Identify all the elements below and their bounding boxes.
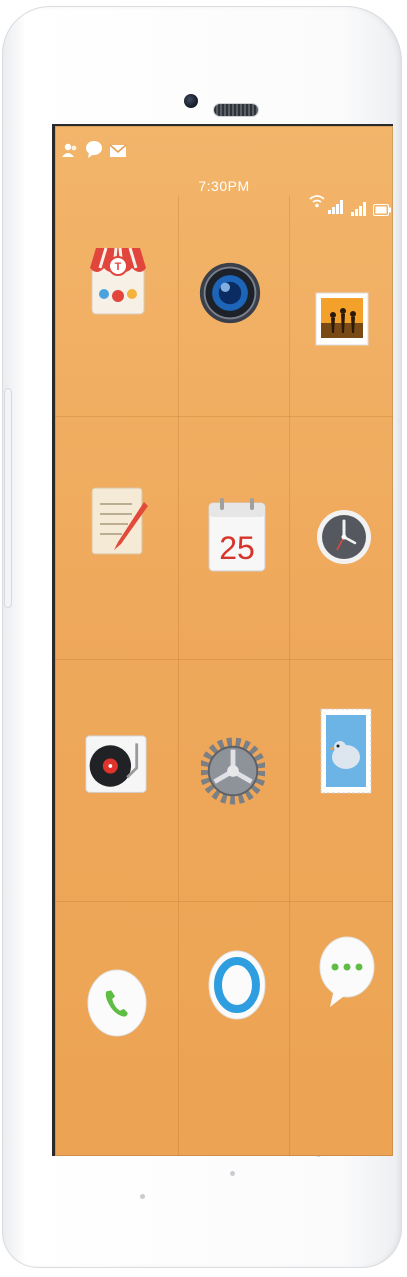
clock-icon <box>317 510 371 564</box>
status-bar: 7:30PM <box>55 126 393 216</box>
browser-app[interactable] <box>205 950 269 1020</box>
signal-icon <box>328 200 343 214</box>
store-app[interactable]: T <box>86 246 150 316</box>
clock-app[interactable] <box>312 502 376 572</box>
settings-gear-icon <box>201 737 265 805</box>
store-icon: T <box>90 247 146 315</box>
stamp-mail-app[interactable] <box>314 708 378 794</box>
svg-text:T: T <box>115 261 122 273</box>
phone-icon <box>87 969 147 1037</box>
home-screen: 7:30PM T 25 <box>52 124 393 1156</box>
notes-app[interactable] <box>88 486 152 556</box>
camera-app[interactable] <box>198 258 262 328</box>
grid-divider <box>55 416 393 417</box>
grid-divider <box>55 901 393 902</box>
earpiece-speaker <box>214 104 258 116</box>
nav-home-dot[interactable] <box>230 1171 235 1176</box>
grid-divider <box>178 196 179 1156</box>
battery-icon <box>373 204 391 216</box>
wifi-icon <box>309 195 325 208</box>
front-camera <box>184 94 198 108</box>
music-player-app[interactable] <box>84 731 148 801</box>
grid-divider <box>289 196 290 1156</box>
music-player-icon <box>85 735 147 793</box>
status-time: 7:30PM <box>198 178 250 194</box>
mail-icon <box>109 144 127 157</box>
notes-icon <box>91 487 148 555</box>
calendar-date: 25 <box>219 530 255 566</box>
phone-app[interactable] <box>85 968 149 1038</box>
photos-app[interactable] <box>310 284 374 354</box>
messages-app[interactable] <box>315 936 379 1008</box>
photos-icon <box>315 292 369 346</box>
camera-icon <box>199 262 261 324</box>
browser-icon <box>208 950 266 1020</box>
stamp-mail-icon <box>320 708 372 794</box>
contacts-icon <box>62 143 77 157</box>
side-volume-key[interactable] <box>4 388 12 608</box>
messages-icon <box>319 936 375 1007</box>
settings-app[interactable] <box>201 736 265 806</box>
grid-divider <box>55 659 393 660</box>
calendar-app[interactable]: 25 <box>205 498 269 572</box>
nav-back-dot[interactable] <box>140 1194 145 1199</box>
signal-icon <box>351 202 366 216</box>
chat-bubble-icon <box>86 141 102 158</box>
